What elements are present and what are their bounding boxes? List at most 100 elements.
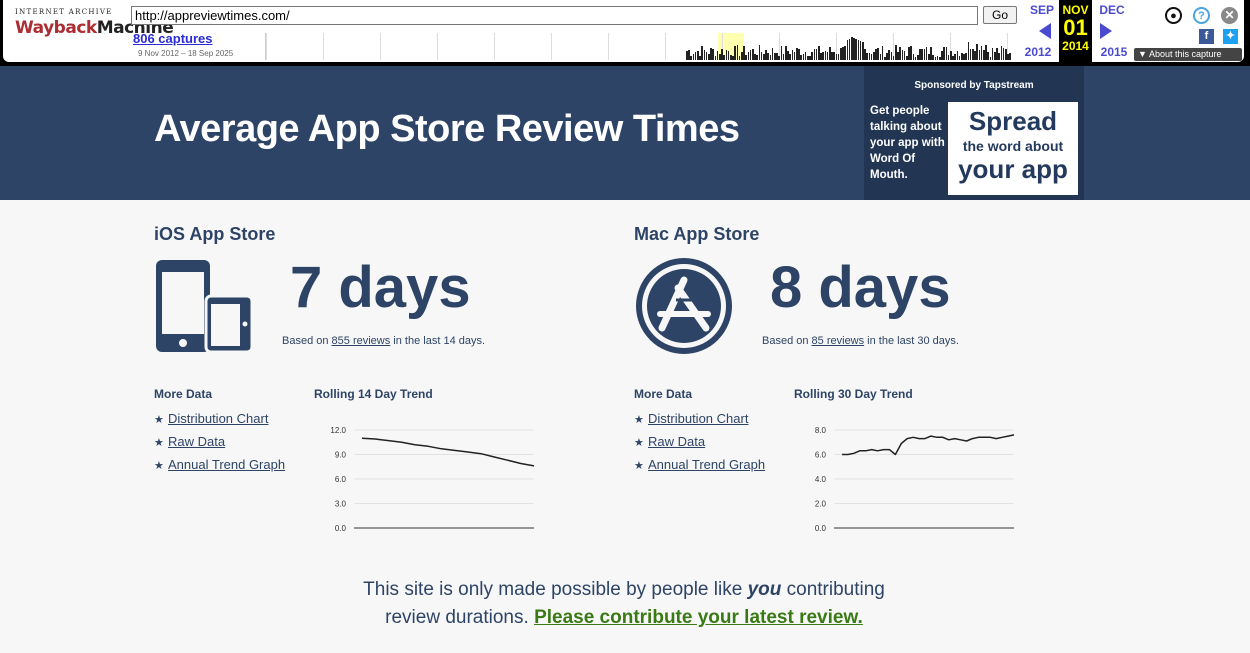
star-icon: ★ — [154, 414, 164, 426]
wayback-prev-month[interactable]: SEP — [1027, 3, 1057, 17]
mac-reviews-link[interactable]: 85 reviews — [812, 335, 865, 347]
sponsor-text: Get people talking about your app with W… — [870, 105, 945, 181]
list-item: ★ Annual Trend Graph — [154, 457, 285, 480]
wayback-current-year: 2014 — [1062, 39, 1089, 53]
sponsor-banner-line-2: the word about — [962, 138, 1064, 154]
mac-store-section: Mac App Store 8 days Based on 85 reviews… — [634, 224, 1074, 544]
user-circle-icon[interactable]: ● — [1165, 7, 1182, 24]
mac-review-days: 8 days — [770, 255, 951, 320]
sponsor-label: Sponsored by Tapstream — [914, 80, 1034, 91]
ios-based-on: Based on 855 reviews in the last 14 days… — [282, 335, 485, 347]
wayback-logo-top: INTERNET ARCHIVE — [15, 8, 113, 16]
star-icon: ★ — [634, 460, 644, 472]
ios-distribution-chart-link[interactable]: Distribution Chart — [168, 411, 268, 426]
mac-trend-y-tick-label: 2.0 — [815, 500, 827, 509]
sparkline-year-divider — [266, 33, 267, 60]
sparkline-year-divider — [551, 33, 552, 60]
sparkline-year-divider — [323, 33, 324, 60]
list-item: ★ Distribution Chart — [154, 411, 285, 434]
star-icon: ★ — [154, 437, 164, 449]
wayback-next-year[interactable]: 2015 — [1096, 45, 1132, 59]
list-item: ★ Distribution Chart — [634, 411, 765, 434]
contribute-text-c: review durations. — [385, 607, 535, 628]
wayback-next-month[interactable]: DEC — [1096, 3, 1128, 17]
ios-based-suffix: in the last 14 days. — [390, 335, 486, 347]
star-icon: ★ — [634, 437, 644, 449]
star-icon: ★ — [634, 414, 644, 426]
sparkline-year-divider — [608, 33, 609, 60]
twitter-icon[interactable]: ✦ — [1223, 29, 1238, 44]
mac-based-prefix: Based on — [762, 335, 812, 347]
mac-trend-series-line — [842, 434, 1015, 456]
sparkline-year-divider — [380, 33, 381, 60]
about-capture-label: About this capture — [1148, 49, 1222, 59]
chevron-down-icon: ▼ — [1138, 49, 1147, 59]
site-header: Average App Store Review Times Sponsored… — [0, 66, 1250, 200]
wayback-current-day: 01 — [1063, 15, 1088, 40]
wayback-logo[interactable]: INTERNET ARCHIVE WaybackMachine — [15, 8, 174, 54]
ios-trend-y-tick-label: 0.0 — [335, 524, 347, 533]
ios-raw-data-link[interactable]: Raw Data — [168, 434, 225, 449]
ios-trend-y-tick-label: 12.0 — [330, 426, 346, 435]
wayback-toolbar: INTERNET ARCHIVE WaybackMachine Go 806 c… — [0, 0, 1250, 66]
phone-tablet-icon — [156, 260, 254, 354]
mac-based-suffix: in the last 30 days. — [864, 335, 959, 347]
list-item: ★ Raw Data — [154, 434, 285, 457]
mac-trend-y-tick-label: 4.0 — [815, 475, 827, 484]
mac-annual-trend-link[interactable]: Annual Trend Graph — [648, 457, 765, 472]
prev-capture-arrow-icon[interactable] — [1039, 23, 1051, 39]
ios-trend-y-tick-label: 6.0 — [335, 475, 347, 484]
contribute-review-link[interactable]: Please contribute your latest review. — [534, 607, 863, 628]
wayback-captures-link[interactable]: 806 captures — [133, 31, 213, 46]
mac-trend-title: Rolling 30 Day Trend — [794, 387, 913, 401]
next-capture-arrow-icon[interactable] — [1100, 23, 1112, 39]
page-title: Average App Store Review Times — [154, 108, 740, 150]
list-item: ★ Raw Data — [634, 434, 765, 457]
wayback-url-input[interactable] — [131, 6, 978, 25]
sparkline-year-divider — [665, 33, 666, 60]
ios-based-prefix: Based on — [282, 335, 332, 347]
ios-trend-series-line — [361, 437, 535, 467]
sponsor-banner[interactable]: Spread the word about your app — [948, 102, 1078, 195]
ios-more-data-list: ★ Distribution Chart ★ Raw Data ★ Annual Tr… — [154, 411, 285, 480]
sparkline-bar — [1009, 52, 1011, 60]
ios-store-section: iOS App Store 7 days Based on 855 review… — [154, 224, 594, 544]
sponsor-ad[interactable]: Sponsored by Tapstream Get people talkin… — [864, 66, 1084, 200]
mac-more-data-list: ★ Distribution Chart ★ Raw Data ★ Annual Tr… — [634, 411, 765, 480]
mac-trend-y-tick-label: 6.0 — [815, 451, 827, 460]
ios-store-title: iOS App Store — [154, 224, 276, 244]
star-icon: ★ — [154, 460, 164, 472]
wayback-logo-word-a: Wayback — [15, 18, 97, 38]
ios-annual-trend-link[interactable]: Annual Trend Graph — [168, 457, 285, 472]
wayback-go-button[interactable]: Go — [983, 6, 1017, 24]
wayback-toolbar-panel: INTERNET ARCHIVE WaybackMachine Go 806 c… — [3, 0, 1244, 62]
ios-trend-y-tick-label: 9.0 — [335, 451, 347, 460]
mac-trend-chart: 8.0 6.0 4.0 2.0 0.0 — [815, 426, 1015, 533]
contribute-text-a: This site is only made possible by peopl… — [363, 579, 748, 600]
ios-more-data-title: More Data — [154, 387, 213, 401]
wayback-prev-year[interactable]: 2012 — [1020, 45, 1056, 59]
facebook-icon[interactable]: f — [1199, 29, 1214, 44]
mac-distribution-chart-link[interactable]: Distribution Chart — [648, 411, 748, 426]
help-icon[interactable]: ? — [1193, 7, 1210, 24]
app-store-icon — [636, 258, 732, 354]
sparkline-year-divider — [494, 33, 495, 60]
ios-trend-chart: 12.0 9.0 6.0 3.0 0.0 — [330, 426, 535, 533]
wayback-logo-main: WaybackMachine — [15, 18, 174, 38]
mac-raw-data-link[interactable]: Raw Data — [648, 434, 705, 449]
mac-more-data-title: More Data — [634, 387, 693, 401]
ios-review-days: 7 days — [290, 255, 471, 320]
about-capture-button[interactable]: ▼ About this capture — [1134, 48, 1242, 61]
wayback-sparkline[interactable] — [265, 33, 1015, 60]
wayback-current-capture: NOV 01 2014 — [1059, 0, 1092, 62]
sparkline-year-divider — [437, 33, 438, 60]
close-icon[interactable]: ✕ — [1221, 7, 1238, 24]
ios-reviews-link[interactable]: 855 reviews — [332, 335, 391, 347]
contribute-text-b: contributing — [781, 579, 885, 600]
contribute-text-em: you — [747, 579, 782, 600]
ios-trend-y-tick-label: 3.0 — [335, 500, 347, 509]
sponsor-banner-line-1: Spread — [968, 106, 1058, 136]
sponsor-banner-line-3: your app — [958, 154, 1068, 184]
ios-trend-title: Rolling 14 Day Trend — [314, 387, 433, 401]
contribute-message: This site is only made possible by peopl… — [0, 576, 1248, 632]
